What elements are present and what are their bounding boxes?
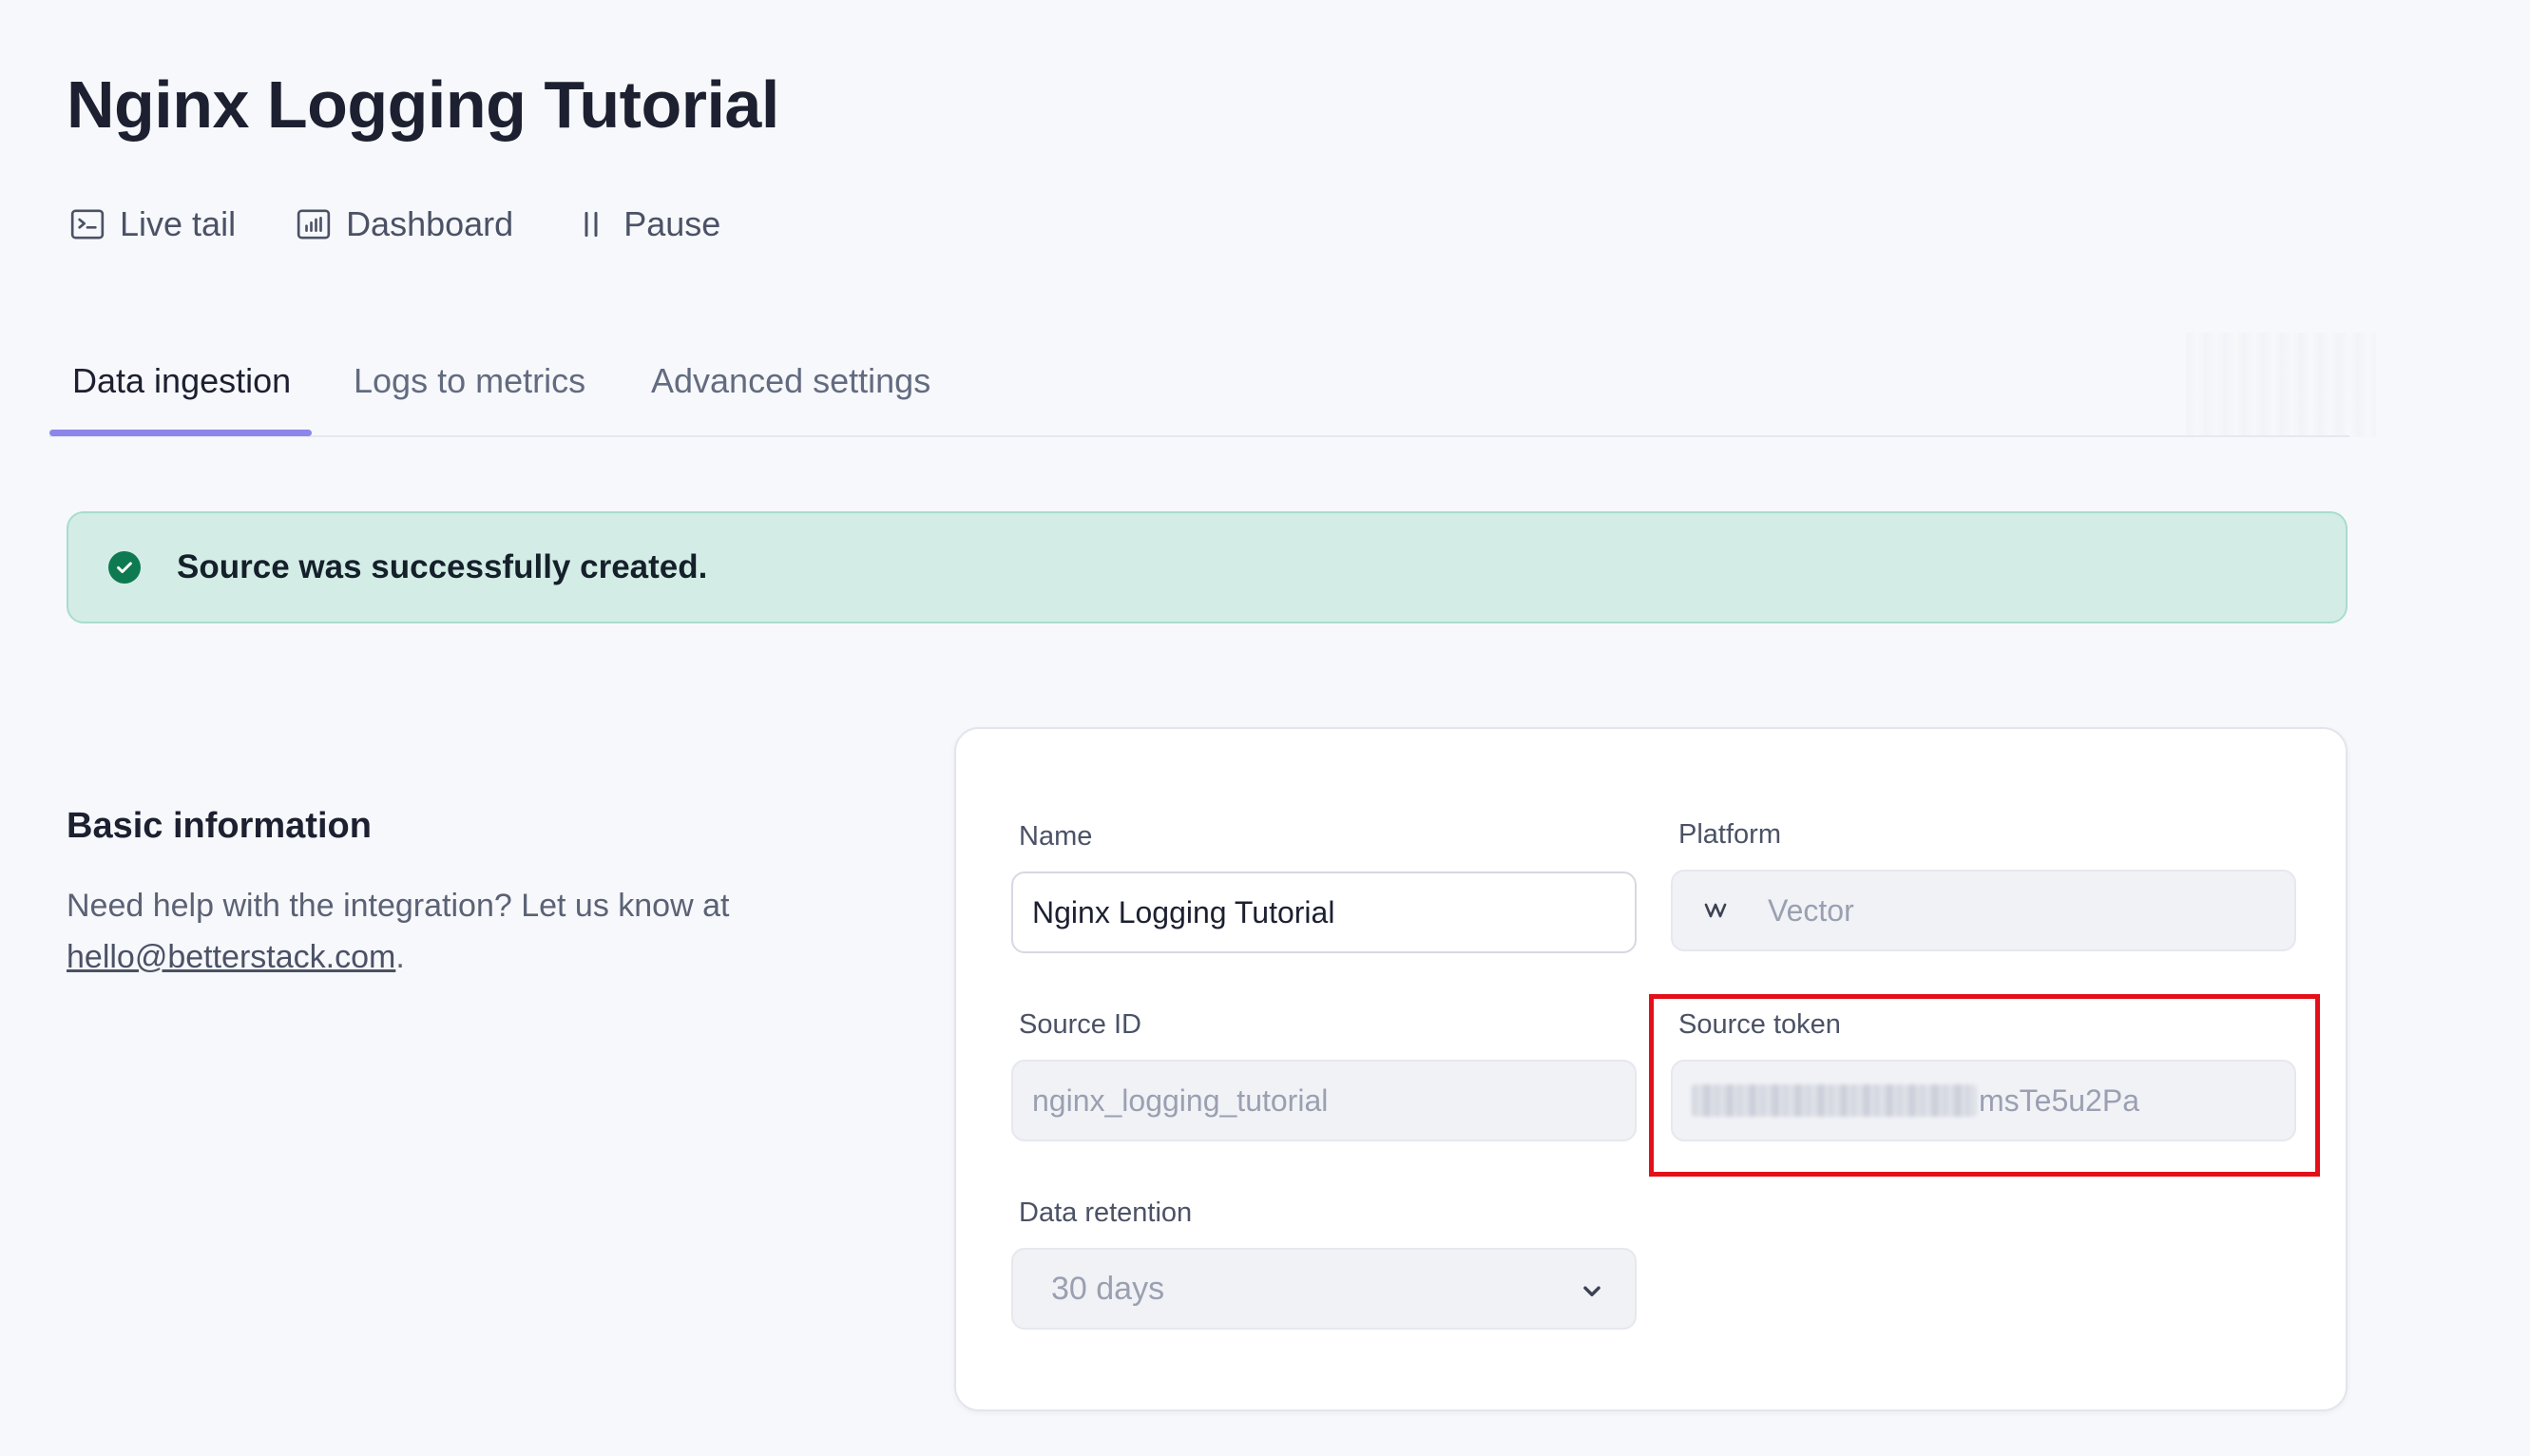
tab-data-ingestion[interactable]: Data ingestion <box>72 361 291 401</box>
basic-info-card: Name Nginx Logging Tutorial Platform Vec… <box>954 727 2348 1411</box>
name-label: Name <box>1019 821 1093 852</box>
platform-label: Platform <box>1678 819 1781 850</box>
redacted-token <box>1692 1084 1977 1117</box>
active-tab-indicator <box>49 430 312 436</box>
pause-icon <box>572 205 610 243</box>
platform-field: Vector <box>1671 870 2296 951</box>
live-tail-label: Live tail <box>120 204 237 243</box>
support-email-link[interactable]: hello@betterstack.com <box>67 939 395 975</box>
help-text-suffix: . <box>395 939 405 975</box>
source-id-label: Source ID <box>1019 1009 1141 1040</box>
terminal-icon <box>68 205 106 243</box>
dashboard-button[interactable]: Dashboard <box>295 204 513 244</box>
tab-advanced-settings[interactable]: Advanced settings <box>651 361 930 401</box>
source-settings-page: Nginx Logging Tutorial Live tail Dashboa… <box>0 0 2530 1456</box>
help-text: Need help with the integration? Let us k… <box>67 880 789 983</box>
retention-select[interactable]: 30 days <box>1011 1248 1637 1330</box>
source-token-label: Source token <box>1678 1009 1841 1040</box>
source-id-field[interactable]: nginx_logging_tutorial <box>1011 1060 1637 1141</box>
retention-label: Data retention <box>1019 1197 1193 1228</box>
success-alert: Source was successfully created. <box>67 511 2348 623</box>
chevron-down-icon <box>1583 1286 1600 1296</box>
bar-chart-icon <box>295 205 333 243</box>
page-title: Nginx Logging Tutorial <box>67 67 779 142</box>
section-title: Basic information <box>67 806 372 846</box>
platform-value: Vector <box>1768 892 1854 928</box>
tab-logs-to-metrics[interactable]: Logs to metrics <box>354 361 585 401</box>
source-id-value: nginx_logging_tutorial <box>1032 1082 1329 1118</box>
vector-logo-icon <box>1703 899 1741 922</box>
alert-message: Source was successfully created. <box>177 548 708 585</box>
settings-tabs: Data ingestion Logs to metrics Advanced … <box>49 352 2349 437</box>
name-input-value: Nginx Logging Tutorial <box>1032 894 1335 929</box>
check-circle-icon <box>108 551 141 584</box>
source-token-suffix: msTe5u2Pa <box>1979 1082 2139 1118</box>
pause-button[interactable]: Pause <box>572 204 720 244</box>
name-input[interactable]: Nginx Logging Tutorial <box>1011 872 1637 953</box>
help-text-prefix: Need help with the integration? Let us k… <box>67 888 730 924</box>
dashboard-label: Dashboard <box>346 204 514 243</box>
source-token-field[interactable]: msTe5u2Pa <box>1671 1060 2296 1141</box>
live-tail-button[interactable]: Live tail <box>68 204 236 244</box>
retention-value: 30 days <box>1051 1270 1165 1307</box>
pause-label: Pause <box>623 204 721 243</box>
source-actions: Live tail Dashboard Pause <box>68 204 779 244</box>
